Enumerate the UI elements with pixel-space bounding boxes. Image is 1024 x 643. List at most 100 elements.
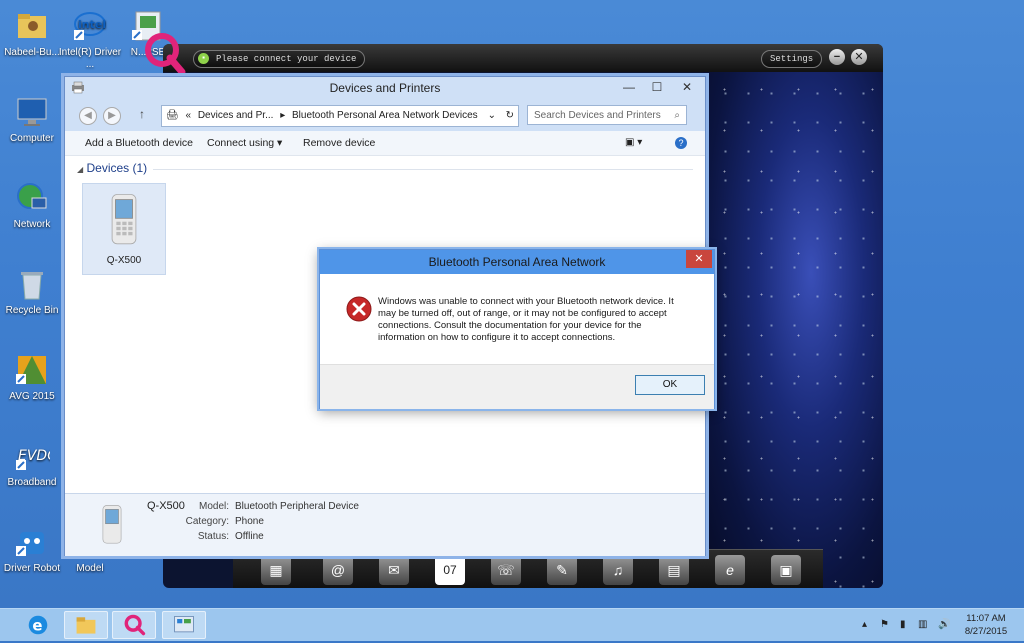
- window-titlebar: Devices and Printers — ☐ ✕: [65, 77, 705, 99]
- minimize-button[interactable]: −: [829, 49, 845, 65]
- desktop-icon-intel-driver[interactable]: intel Intel(R) Driver ...: [58, 8, 122, 71]
- taskbar-internet-explorer[interactable]: e: [16, 611, 60, 639]
- desktop: Nabeel-Bu... Computer Network Recycle Bi…: [0, 0, 1024, 608]
- taskbar-phone-manager[interactable]: [112, 611, 156, 639]
- breadcrumb-overflow[interactable]: «: [185, 110, 191, 121]
- evdo-icon: EVDO: [14, 438, 58, 474]
- recycle-bin-icon: [14, 266, 50, 302]
- internet-explorer-icon: e: [28, 615, 48, 635]
- dock-item-messages[interactable]: ✉: [379, 555, 409, 585]
- help-icon[interactable]: ?: [675, 137, 687, 149]
- desktop-icon-label: Recycle Bin: [5, 305, 59, 316]
- desktop-icon-broadband[interactable]: EVDO Broadband: [0, 438, 64, 489]
- desktop-icon-avg[interactable]: AVG 2015: [0, 352, 64, 403]
- maximize-button[interactable]: ☐: [643, 77, 671, 99]
- dialog-message: Windows was unable to connect with your …: [378, 296, 674, 343]
- desktop-icon-driver-robot[interactable]: Driver Robot: [0, 524, 64, 575]
- desktop-icon-network[interactable]: Network: [0, 180, 64, 231]
- details-pane: Q-X500 Model: Bluetooth Peripheral Devic…: [65, 493, 705, 556]
- forward-button[interactable]: ▶: [103, 107, 121, 125]
- action-center-icon[interactable]: ⚑: [880, 609, 889, 641]
- back-button[interactable]: ◀: [79, 107, 97, 125]
- remove-device-button[interactable]: Remove device: [303, 131, 375, 155]
- taskbar-control-panel[interactable]: [162, 611, 206, 639]
- desktop-icon-label: Nabeel-Bu...: [4, 47, 60, 58]
- dock-item-contacts[interactable]: ▦: [261, 555, 291, 585]
- intel-icon: intel: [72, 8, 108, 44]
- view-options-icon[interactable]: ▣ ▾: [625, 131, 642, 155]
- add-bluetooth-device-button[interactable]: Add a Bluetooth device: [85, 131, 193, 155]
- dialog-title: Bluetooth Personal Area Network: [320, 250, 714, 274]
- devices-group-header[interactable]: ◢ Devices (1): [77, 161, 693, 175]
- connection-status[interactable]: ▪ Please connect your device: [193, 50, 366, 68]
- svg-text:intel: intel: [78, 18, 106, 31]
- desktop-icon-computer[interactable]: Computer: [0, 94, 64, 145]
- dock-item-video[interactable]: ▤: [659, 555, 689, 585]
- network-icon[interactable]: ▥: [918, 609, 927, 641]
- details-status-key: Status:: [197, 531, 229, 542]
- dialog-close-button[interactable]: ✕: [686, 250, 712, 268]
- taskbar-file-explorer[interactable]: [64, 611, 108, 639]
- close-button[interactable]: ✕: [673, 77, 701, 99]
- space-wallpaper: [703, 62, 883, 588]
- devices-icon: 🖨: [166, 110, 179, 121]
- up-button[interactable]: ↑: [139, 107, 145, 121]
- ok-button[interactable]: OK: [635, 375, 705, 395]
- breadcrumb-bluetooth-pan[interactable]: Bluetooth Personal Area Network Devices: [292, 110, 478, 121]
- dock-item-music[interactable]: ♫: [603, 555, 633, 585]
- search-placeholder: Search Devices and Printers: [534, 110, 661, 121]
- desktop-icon-label: Model: [76, 563, 104, 574]
- svg-text:e: e: [32, 617, 42, 635]
- clock-date: 8/27/2015: [964, 626, 1008, 637]
- collapse-icon[interactable]: ◢: [77, 165, 83, 174]
- battery-icon[interactable]: ▮: [900, 609, 906, 641]
- avg-icon: [14, 352, 50, 388]
- details-status-value: Offline: [235, 531, 264, 542]
- dialog-footer: OK: [320, 364, 714, 409]
- desktop-icon-label: Broadband: [7, 477, 57, 488]
- volume-icon[interactable]: 🔊: [938, 609, 950, 641]
- chevron-down-icon[interactable]: ⌄: [488, 106, 496, 126]
- device-label: Q-X500: [106, 255, 142, 266]
- robot-icon: [14, 524, 50, 560]
- desktop-icon-recycle-bin[interactable]: Recycle Bin: [0, 266, 64, 317]
- details-model-value: Bluetooth Peripheral Device: [235, 501, 359, 512]
- address-bar-row: ◀ ▶ ↑ 🖨 « Devices and Pr... ▸ Bluetooth …: [65, 99, 705, 131]
- details-model-key: Model:: [198, 501, 229, 512]
- phone-manager-titlebar: ▪ Please connect your device Settings − …: [163, 44, 883, 72]
- desktop-icon-label: Computer: [10, 133, 54, 144]
- desktop-icon-label: Intel(R) Driver ...: [58, 47, 122, 70]
- minimize-button[interactable]: —: [615, 77, 643, 99]
- details-category-value: Phone: [235, 516, 264, 527]
- phone-icon: [102, 505, 122, 544]
- dock-item-files[interactable]: ▣: [771, 555, 801, 585]
- search-input[interactable]: Search Devices and Printers ⌕: [527, 105, 687, 125]
- dock-item-notes[interactable]: ✎: [547, 555, 577, 585]
- settings-button[interactable]: Settings: [761, 50, 823, 68]
- close-button[interactable]: ✕: [851, 49, 867, 65]
- desktop-icon-label: Network: [13, 219, 51, 230]
- search-icon: ⌕: [674, 110, 680, 121]
- dock-item-email[interactable]: @: [323, 555, 353, 585]
- desktop-icon-label: AVG 2015: [9, 391, 55, 402]
- address-bar[interactable]: 🖨 « Devices and Pr... ▸ Bluetooth Person…: [161, 105, 519, 127]
- folder-icon: [76, 617, 96, 634]
- refresh-icon[interactable]: ↻: [506, 106, 514, 126]
- desktop-icon-user-folder[interactable]: Nabeel-Bu...: [0, 8, 64, 59]
- details-category-key: Category:: [185, 516, 229, 527]
- clock[interactable]: 11:07 AM 8/27/2015: [958, 612, 1014, 638]
- dock-item-browser[interactable]: e: [715, 555, 745, 585]
- connect-using-button[interactable]: Connect using ▾: [207, 131, 282, 155]
- q-logo-icon: [140, 30, 188, 78]
- android-icon: ▪: [198, 53, 209, 64]
- connection-status-text: Please connect your device: [216, 54, 357, 64]
- computer-icon: [14, 94, 50, 130]
- device-tile-q-x500[interactable]: Q-X500: [82, 183, 166, 275]
- window-title: Devices and Printers: [329, 81, 441, 95]
- dock-item-calls[interactable]: ☏: [491, 555, 521, 585]
- folder-icon: [14, 8, 50, 44]
- dock-item-calendar[interactable]: 07: [435, 555, 465, 585]
- tray-overflow-icon[interactable]: ▴: [862, 609, 867, 641]
- breadcrumb-devices-and-printers[interactable]: Devices and Pr...: [198, 110, 274, 121]
- printer-icon: [72, 81, 84, 94]
